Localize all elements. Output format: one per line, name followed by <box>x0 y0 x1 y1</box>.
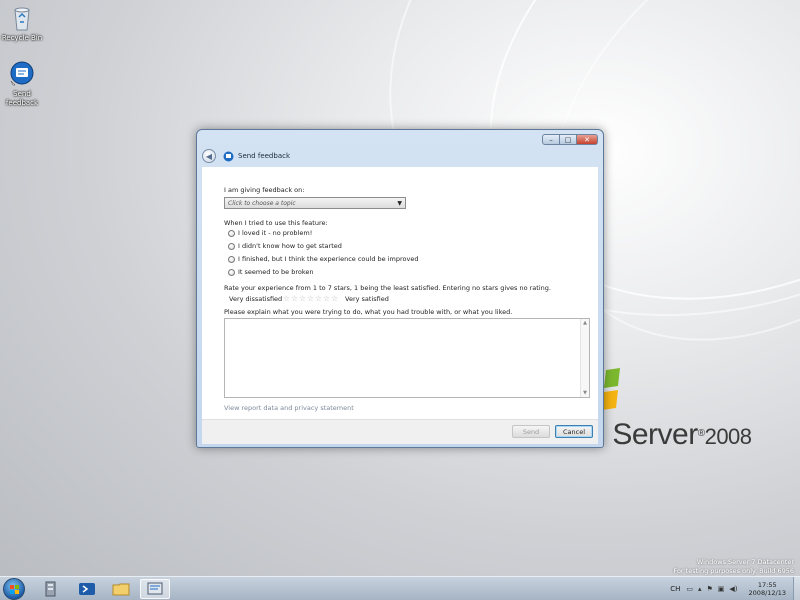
desktop-icon-label: Send feedback <box>5 90 39 107</box>
privacy-statement-link[interactable]: View report data and privacy statement <box>224 404 354 412</box>
clock-date: 2008/12/13 <box>748 589 786 597</box>
clock[interactable]: 17:55 2008/12/13 <box>749 581 786 597</box>
star-icon[interactable]: ☆ <box>331 295 339 303</box>
window-title: Send feedback <box>238 152 291 160</box>
explanation-textarea[interactable]: ▲ ▼ <box>224 318 590 398</box>
build-watermark: Windows Server 7 Datacenter For testing … <box>673 558 794 576</box>
caption-buttons: – □ ✕ <box>542 134 598 145</box>
feedback-icon <box>8 60 36 88</box>
taskbar-explorer[interactable] <box>106 579 136 599</box>
explain-label: Please explain what you were trying to d… <box>224 308 513 316</box>
star-icon[interactable]: ☆ <box>315 295 323 303</box>
powershell-icon <box>79 583 95 595</box>
option-label: It seemed to be broken <box>238 268 314 276</box>
clock-time: 17:55 <box>757 581 777 589</box>
brand-trademark: ® <box>697 428 705 439</box>
feedback-icon <box>147 582 163 595</box>
feature-label: When I tried to use this feature: <box>224 219 328 227</box>
brand-year: 2008 <box>704 424 752 449</box>
star-rating: ☆ ☆ ☆ ☆ ☆ ☆ ☆ <box>283 295 339 303</box>
feedback-icon <box>223 151 234 161</box>
button-bar: Send Cancel <box>202 419 598 444</box>
scroll-down-icon[interactable]: ▼ <box>581 389 589 397</box>
rating-low-label: Very dissatisfied <box>229 295 283 303</box>
option-label: I didn't know how to get started <box>238 242 342 250</box>
close-button[interactable]: ✕ <box>577 134 598 145</box>
title-bar: ◀ Send feedback <box>202 147 290 165</box>
send-feedback-window: – □ ✕ ◀ Send feedback I am giving feedba… <box>196 129 604 448</box>
taskbar-send-feedback[interactable] <box>140 579 170 599</box>
topic-label: I am giving feedback on: <box>224 186 305 194</box>
rating-high-label: Very satisfied <box>345 295 389 303</box>
desktop-icon-label: Recycle Bin <box>1 34 43 42</box>
windows-flag-icon <box>10 585 19 594</box>
scroll-up-icon[interactable]: ▲ <box>581 319 589 327</box>
option-loved-it[interactable]: I loved it - no problem! <box>228 229 312 237</box>
desktop-icon-send-feedback[interactable]: Send feedback <box>0 60 44 108</box>
star-icon[interactable]: ☆ <box>323 295 331 303</box>
taskbar: CH ▭ ▴ ⚑ ▣ ◀) 17:55 2008/12/13 <box>0 576 800 600</box>
back-arrow-icon: ◀ <box>205 151 213 161</box>
radio-button[interactable] <box>228 242 235 250</box>
taskbar-powershell[interactable] <box>72 579 102 599</box>
textarea-scrollbar[interactable]: ▲ ▼ <box>580 319 589 397</box>
option-label: I finished, but I think the experience c… <box>238 255 419 263</box>
server-manager-icon <box>45 581 56 597</box>
star-icon[interactable]: ☆ <box>299 295 307 303</box>
chevron-down-icon: ▼ <box>397 199 402 207</box>
language-indicator[interactable]: CH <box>670 585 680 593</box>
topic-placeholder: Click to choose a topic <box>228 199 296 207</box>
flag-icon[interactable]: ⚑ <box>707 585 713 593</box>
option-broken[interactable]: It seemed to be broken <box>228 268 314 276</box>
desktop-icon-recycle-bin[interactable]: Recycle Bin <box>0 4 44 43</box>
option-label: I loved it - no problem! <box>238 229 313 237</box>
feedback-form: I am giving feedback on: Click to choose… <box>202 167 598 419</box>
maximize-button[interactable]: □ <box>560 134 577 145</box>
option-could-be-improved[interactable]: I finished, but I think the experience c… <box>228 255 418 263</box>
folder-icon <box>112 583 130 596</box>
desktop: Recycle Bin Send feedback s Server®2008 … <box>0 0 800 600</box>
star-icon[interactable]: ☆ <box>283 295 291 303</box>
option-didnt-know[interactable]: I didn't know how to get started <box>228 242 342 250</box>
keyboard-icon[interactable]: ▭ <box>686 585 693 593</box>
topic-dropdown[interactable]: Click to choose a topic ▼ <box>224 197 406 209</box>
minimize-button[interactable]: – <box>542 134 560 145</box>
server-brand-text: s Server®2008 <box>590 418 752 452</box>
network-icon[interactable]: ▣ <box>718 585 725 593</box>
show-desktop-button[interactable] <box>793 577 800 600</box>
start-button[interactable] <box>3 578 25 600</box>
rating-label: Rate your experience from 1 to 7 stars, … <box>224 284 551 292</box>
send-button[interactable]: Send <box>512 425 550 438</box>
star-icon[interactable]: ☆ <box>291 295 299 303</box>
watermark-build: For testing purposes only. Build 6956 <box>673 567 794 575</box>
recycle-bin-icon <box>8 4 36 32</box>
volume-icon[interactable]: ◀) <box>729 585 737 593</box>
cancel-button[interactable]: Cancel <box>555 425 593 438</box>
radio-button[interactable] <box>228 268 235 276</box>
watermark-edition: Windows Server 7 Datacenter <box>696 558 794 566</box>
chevron-up-icon[interactable]: ▴ <box>698 585 702 593</box>
brand-name: s Server <box>590 418 698 451</box>
star-icon[interactable]: ☆ <box>307 295 315 303</box>
radio-button[interactable] <box>228 229 235 237</box>
notification-area: CH ▭ ▴ ⚑ ▣ ◀) 17:55 2008/12/13 <box>670 577 786 600</box>
radio-button[interactable] <box>228 255 235 263</box>
back-button[interactable]: ◀ <box>202 149 216 163</box>
taskbar-server-manager[interactable] <box>36 579 66 599</box>
